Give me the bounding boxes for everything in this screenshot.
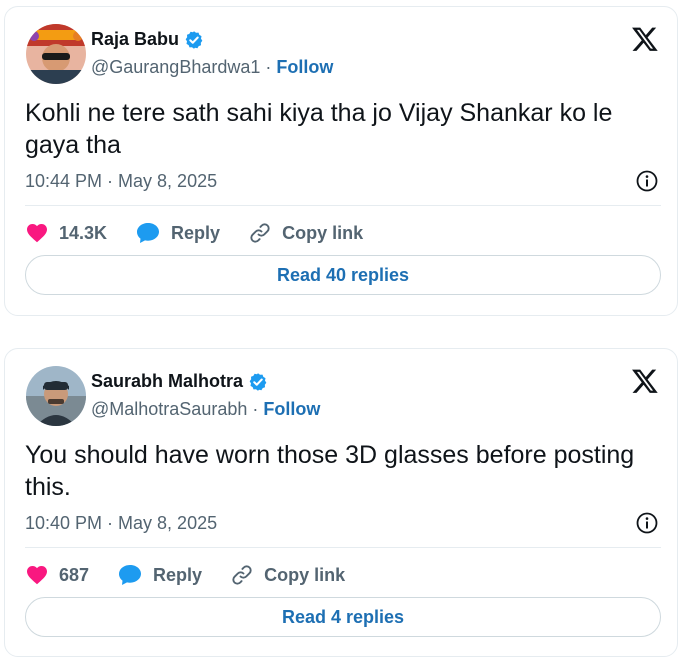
- follow-button[interactable]: Follow: [263, 399, 320, 419]
- follow-button[interactable]: Follow: [276, 57, 333, 77]
- separator: ·: [252, 399, 259, 419]
- reply-bubble-icon: [135, 221, 161, 245]
- like-button[interactable]: 687: [25, 563, 89, 587]
- copy-link-label: Copy link: [282, 222, 364, 243]
- read-replies-button[interactable]: Read 4 replies: [25, 597, 661, 637]
- author-handle[interactable]: @MalhotraSaurabh: [91, 399, 247, 419]
- link-icon: [248, 221, 272, 245]
- author-name[interactable]: Raja Babu: [91, 29, 179, 50]
- avatar[interactable]: [26, 24, 86, 84]
- reply-label: Reply: [171, 222, 221, 243]
- copy-link-label: Copy link: [264, 564, 346, 585]
- verified-badge-icon: [184, 30, 204, 50]
- copy-link-button[interactable]: Copy link: [230, 563, 345, 587]
- action-bar: 687 Reply Copy link: [25, 561, 373, 589]
- verified-badge-icon: [248, 372, 268, 392]
- reply-bubble-icon: [117, 563, 143, 587]
- reply-label: Reply: [153, 564, 203, 585]
- divider: [25, 205, 661, 206]
- avatar[interactable]: [26, 366, 86, 426]
- heart-icon: [25, 221, 49, 245]
- action-bar: 14.3K Reply Copy link: [25, 219, 391, 247]
- separator: ·: [265, 57, 272, 77]
- reply-button[interactable]: Reply: [135, 221, 220, 245]
- reply-button[interactable]: Reply: [117, 563, 202, 587]
- info-icon[interactable]: [635, 169, 659, 193]
- author-name-row: Saurabh Malhotra: [91, 371, 268, 392]
- like-button[interactable]: 14.3K: [25, 221, 107, 245]
- author-handle-row: @MalhotraSaurabh · Follow: [91, 399, 320, 420]
- author-handle[interactable]: @GaurangBhardwa1: [91, 57, 260, 77]
- link-icon: [230, 563, 254, 587]
- copy-link-button[interactable]: Copy link: [248, 221, 363, 245]
- tweet-card: Raja Babu @GaurangBhardwa1 · Follow Kohl…: [4, 6, 678, 316]
- info-icon[interactable]: [635, 511, 659, 535]
- x-logo-icon[interactable]: [631, 25, 659, 53]
- heart-icon: [25, 563, 49, 587]
- author-name[interactable]: Saurabh Malhotra: [91, 371, 243, 392]
- tweet-text: You should have worn those 3D glasses be…: [25, 441, 635, 501]
- divider: [25, 547, 661, 548]
- x-logo-icon[interactable]: [631, 367, 659, 395]
- tweet-card: Saurabh Malhotra @MalhotraSaurabh · Foll…: [4, 348, 678, 657]
- tweet-timestamp[interactable]: 10:40 PM · May 8, 2025: [25, 513, 217, 534]
- like-count: 14.3K: [59, 222, 108, 243]
- tweet-text: Kohli ne tere sath sahi kiya tha jo Vija…: [25, 99, 613, 159]
- tweet-timestamp[interactable]: 10:44 PM · May 8, 2025: [25, 171, 217, 192]
- author-name-row: Raja Babu: [91, 29, 204, 50]
- read-replies-button[interactable]: Read 40 replies: [25, 255, 661, 295]
- author-handle-row: @GaurangBhardwa1 · Follow: [91, 57, 333, 78]
- like-count: 687: [59, 564, 90, 585]
